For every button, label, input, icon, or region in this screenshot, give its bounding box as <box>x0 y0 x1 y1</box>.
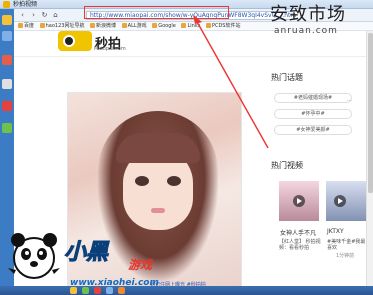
anruan-watermark-title: 安致市场 <box>270 4 346 25</box>
bookmark-item[interactable]: ALL游戏 <box>121 22 147 30</box>
video-description: 【红人堂】 秒拍视频：看看秒拍 <box>279 239 321 251</box>
home-button[interactable]: ⌂ <box>51 11 60 20</box>
tab-title[interactable]: 秒拍视频 <box>13 0 37 9</box>
cloud-icon[interactable] <box>2 31 12 41</box>
panda-mascot-icon <box>8 233 60 279</box>
forward-button[interactable]: › <box>29 11 38 20</box>
video-description: #美味千金#我最喜欢 <box>327 239 366 251</box>
scroll-thumb[interactable] <box>368 33 373 193</box>
bookmark-item[interactable]: PCDS软件站 <box>205 22 240 30</box>
video-author[interactable]: 女神人手不凡 <box>280 228 316 237</box>
bookmark-item[interactable]: hao123网址导航 <box>39 22 84 30</box>
weibo-icon[interactable] <box>2 101 12 111</box>
topics-more-link[interactable]: ... <box>347 97 352 103</box>
rss-icon[interactable] <box>2 79 12 89</box>
camera-icon <box>63 35 75 47</box>
taskbar-app-icon[interactable] <box>118 287 125 294</box>
topic-tag[interactable]: #女神爱美颜# <box>274 125 352 135</box>
back-button[interactable]: ‹ <box>18 11 27 20</box>
anruan-watermark-domain: anruan.com <box>274 26 338 36</box>
photo-eye <box>167 176 181 186</box>
bookmark-item[interactable]: Links <box>181 22 200 30</box>
app-icon <box>3 1 10 8</box>
brand-name: 小黑 <box>63 240 109 266</box>
play-icon <box>293 195 305 207</box>
photo-lips <box>151 208 165 213</box>
hot-topics-title: 热门话题 <box>271 73 303 82</box>
video-time: 1分钟前 <box>336 253 355 259</box>
video-thumbnail[interactable] <box>326 181 366 221</box>
taskbar-app-icon[interactable] <box>70 287 77 294</box>
miaopai-logo[interactable] <box>58 31 92 51</box>
app-icon[interactable] <box>2 123 12 133</box>
logo-domain: Miaopai.com <box>94 46 126 52</box>
taskbar-app-icon[interactable] <box>82 287 89 294</box>
topic-tag[interactable]: #老妈催婚现场# <box>274 93 352 103</box>
hot-videos-title: 热门视频 <box>271 161 303 170</box>
topic-tag[interactable]: #怀孕中# <box>274 109 352 119</box>
photo-eye <box>135 176 149 186</box>
video-author[interactable]: JKTXY <box>327 228 344 235</box>
play-icon <box>334 195 346 207</box>
header-divider <box>14 56 373 57</box>
bookmark-item[interactable]: 百度 <box>18 22 34 30</box>
taskbar <box>0 286 373 295</box>
brand-suffix: 游戏 <box>128 258 153 272</box>
taskbar-app-icon[interactable] <box>106 287 113 294</box>
screenshot-frame: 秒拍视频 ‹ › ↻ ⌂ http://www.miaopai.com/show… <box>0 0 373 295</box>
taskbar-app-icon[interactable] <box>94 287 101 294</box>
page-scrollbar[interactable] <box>366 31 373 286</box>
address-highlight-box <box>84 6 229 19</box>
bookmark-item[interactable]: 新浪微博 <box>90 22 116 30</box>
bookmark-item[interactable]: Google <box>152 22 176 30</box>
refresh-button[interactable]: ↻ <box>40 11 49 20</box>
star-icon[interactable] <box>2 15 12 25</box>
video-thumbnail[interactable] <box>279 181 319 221</box>
photo-bangs <box>116 133 200 163</box>
game-icon[interactable] <box>2 55 12 65</box>
